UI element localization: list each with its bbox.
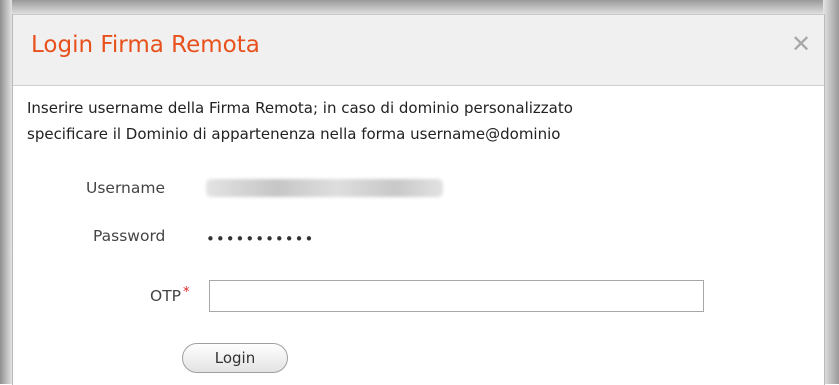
required-mark: * (183, 285, 190, 300)
window-shadow-right (823, 0, 839, 384)
otp-label-text: OTP (150, 287, 182, 305)
password-value: ••••••••••• (206, 230, 315, 248)
intro-text: Inserire username della Firma Remota; in… (27, 95, 787, 147)
dialog-title: Login Firma Remota (31, 32, 260, 58)
dialog-titlebar: Login Firma Remota ✕ (13, 15, 824, 86)
window-shadow-left (0, 0, 12, 384)
intro-line-2: specificare il Dominio di appartenenza n… (27, 125, 561, 143)
login-button[interactable]: Login (182, 343, 288, 373)
username-label: Username (86, 179, 166, 197)
login-dialog: Login Firma Remota ✕ Inserire username d… (12, 14, 825, 385)
username-value-redacted (206, 179, 443, 197)
password-label: Password (93, 227, 166, 245)
intro-line-1: Inserire username della Firma Remota; in… (27, 99, 573, 117)
otp-input[interactable] (209, 280, 704, 312)
close-icon[interactable]: ✕ (788, 31, 814, 57)
otp-label: OTP * (150, 285, 190, 305)
